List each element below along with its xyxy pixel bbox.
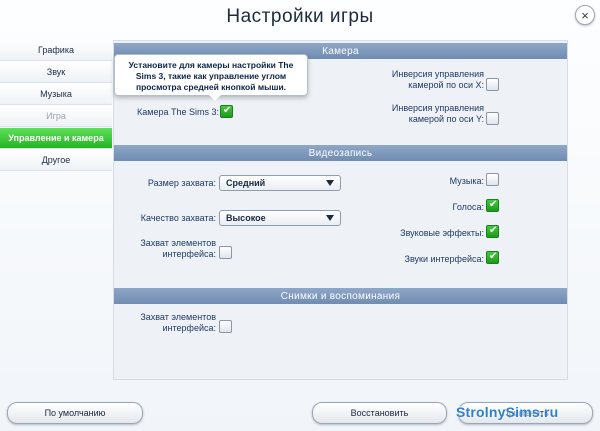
invert-x-checkbox[interactable] [486, 78, 499, 91]
video-capture-ui-checkbox[interactable] [219, 246, 232, 259]
sfx-label: Звуковые эффекты: [400, 228, 484, 238]
button-label: Восстановить [350, 408, 409, 418]
defaults-button[interactable]: По умолчанию [7, 402, 143, 424]
checkmark-icon: ✔ [489, 225, 498, 236]
sims3-camera-label: Камера The Sims 3: [137, 107, 219, 117]
sidebar-item-game[interactable]: Игра [0, 106, 112, 127]
window-title: Настройки игры [226, 6, 374, 27]
chevron-down-icon [326, 215, 334, 221]
label-line: интерфейса: [162, 249, 216, 259]
voices-checkbox[interactable]: ✔ [486, 199, 499, 212]
ui-sounds-checkbox[interactable]: ✔ [486, 251, 499, 264]
restore-button[interactable]: Восстановить [312, 402, 447, 424]
sidebar-item-label: Другое [41, 155, 71, 165]
sidebar-item-graphics[interactable]: Графика [0, 40, 112, 61]
checkmark-icon: ✔ [489, 199, 498, 210]
invert-y-checkbox[interactable] [486, 112, 499, 125]
label-line: Инверсия управления [391, 103, 484, 113]
music-checkbox[interactable] [486, 173, 499, 186]
close-icon: × [581, 7, 589, 23]
camera-tooltip: Установите для камеры настройки The Sims… [114, 54, 308, 101]
chevron-down-icon [326, 180, 334, 186]
video-capture-ui-label: Захват элементов интерфейса: [124, 238, 216, 260]
close-button[interactable]: × [575, 5, 595, 25]
screenshots-capture-ui-checkbox[interactable] [219, 320, 232, 333]
capture-size-label: Размер захвата: [147, 178, 216, 188]
select-value: Средний [226, 178, 266, 188]
ui-sounds-label: Звуки интерфейса: [404, 254, 484, 264]
section-title: Камера [322, 45, 359, 57]
section-title: Снимки и воспоминания [280, 290, 401, 302]
label-line: интерфейса: [162, 323, 216, 333]
label-line: камерой по оси X: [408, 80, 484, 90]
button-label: По умолчанию [44, 408, 106, 418]
sidebar-item-label: Игра [46, 111, 66, 121]
sidebar-item-other[interactable]: Другое [0, 150, 112, 171]
sfx-checkbox[interactable]: ✔ [486, 225, 499, 238]
screenshots-capture-ui-label: Захват элементов интерфейса: [124, 312, 216, 334]
invert-x-label: Инверсия управления камерой по оси X: [376, 69, 484, 91]
sidebar-item-label: Звук [46, 67, 66, 77]
music-label: Музыка: [449, 176, 484, 186]
capture-size-select[interactable]: Средний [219, 175, 341, 191]
section-title: Видеозапись [308, 147, 373, 159]
invert-y-label: Инверсия управления камерой по оси Y: [376, 103, 484, 125]
section-header-video: Видеозапись [114, 145, 567, 161]
sidebar: Графика Звук Музыка Игра Управление и ка… [0, 40, 112, 172]
watermark: StrolnySims.ru [456, 404, 559, 420]
label-line: Захват элементов [140, 238, 216, 248]
sims3-camera-checkbox[interactable]: ✔ [220, 105, 233, 118]
label-line: Захват элементов [140, 312, 216, 322]
voices-label: Голоса: [452, 202, 484, 212]
settings-window: Настройки игры × Графика Звук Музыка Игр… [0, 0, 600, 431]
select-value: Высокое [226, 213, 266, 223]
sidebar-item-sound[interactable]: Звук [0, 62, 112, 83]
sidebar-item-music[interactable]: Музыка [0, 84, 112, 105]
sidebar-item-controls-camera[interactable]: Управление и камера [0, 128, 112, 149]
capture-quality-label: Качество захвата: [140, 213, 216, 223]
sidebar-item-label: Графика [38, 45, 74, 55]
section-header-screenshots: Снимки и воспоминания [114, 288, 567, 304]
capture-quality-select[interactable]: Высокое [219, 210, 341, 226]
label-line: Инверсия управления [391, 69, 484, 79]
sidebar-item-label: Управление и камера [8, 133, 104, 143]
checkmark-icon: ✔ [489, 251, 498, 262]
sidebar-item-label: Музыка [40, 89, 72, 99]
checkmark-icon: ✔ [223, 105, 232, 116]
label-line: камерой по оси Y: [408, 114, 484, 124]
